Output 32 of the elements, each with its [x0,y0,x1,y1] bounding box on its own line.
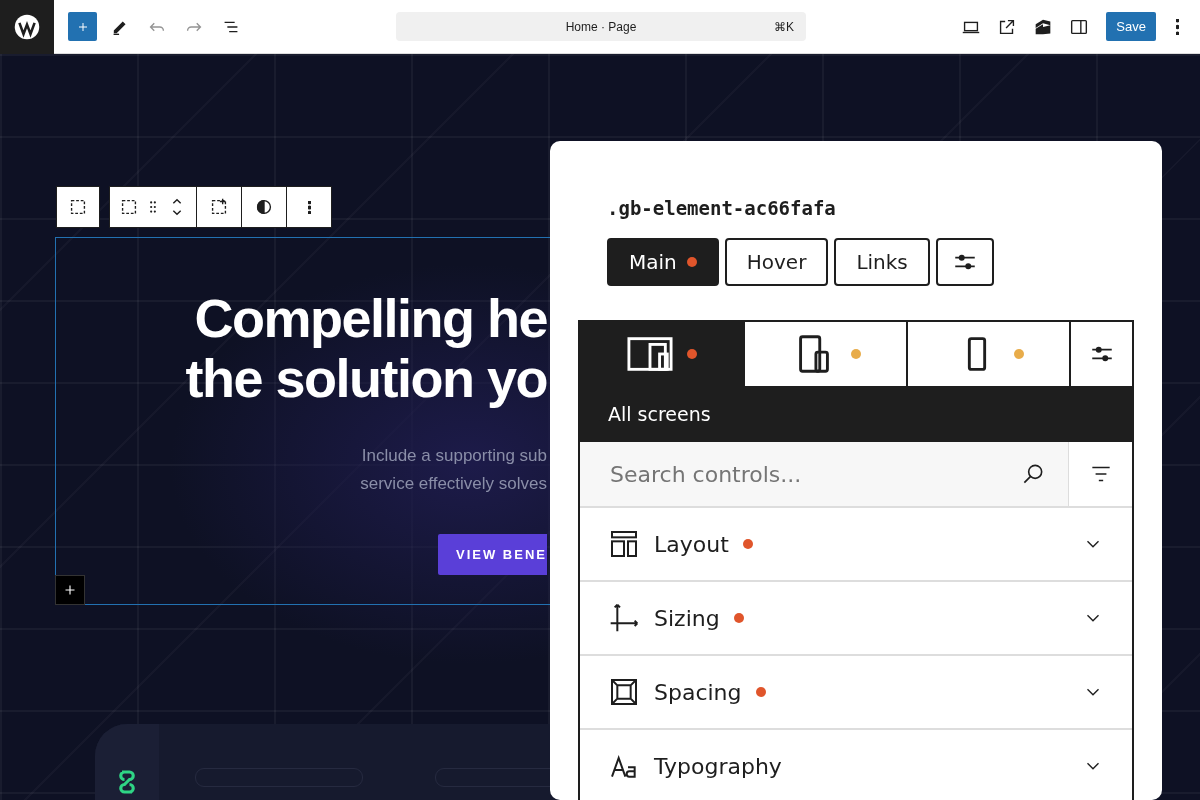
state-tab[interactable]: Links [834,238,930,286]
css-selector: .gb-element-ac66fafa [607,197,837,219]
command-bar[interactable]: Home · Page ⌘K [396,12,806,41]
insert-block-button[interactable] [55,575,85,605]
state-tab[interactable]: Hover [724,238,829,286]
hero-subheading-line: service effectively solves [359,473,547,495]
hero-heading-line: Compelling he [193,288,547,348]
device-tab[interactable] [743,322,906,386]
state-settings-button[interactable] [935,238,994,286]
state-tab[interactable]: Main [607,238,719,286]
keyboard-shortcut: ⌘K [774,19,794,34]
axes-icon [608,602,640,634]
section-header[interactable]: Typography [580,730,1132,800]
device-settings-button[interactable] [1069,322,1132,386]
wordpress-logo-icon[interactable] [13,13,41,41]
layout-icon [608,528,640,560]
section-header[interactable]: Spacing [580,656,1132,730]
save-button[interactable]: Save [1106,12,1156,41]
block-type-button[interactable] [56,186,100,228]
cta-button[interactable]: VIEW BENE [438,534,547,575]
square-frame-icon [608,676,640,708]
document-title: Home · Page [565,19,637,34]
options-icon[interactable] [1176,18,1179,35]
hero-subheading-line: Include a supporting sub [360,445,547,467]
search-field[interactable]: Search controls... [580,442,1069,506]
section-header[interactable]: Layout [580,508,1132,582]
search-input[interactable]: Search controls... [608,460,1020,488]
options-icon [307,200,311,214]
hero-heading-line: the solution yo [184,348,547,408]
device-label: All screens [580,386,1132,442]
section-header[interactable]: Sizing [580,582,1132,656]
device-tab[interactable] [906,322,1069,386]
